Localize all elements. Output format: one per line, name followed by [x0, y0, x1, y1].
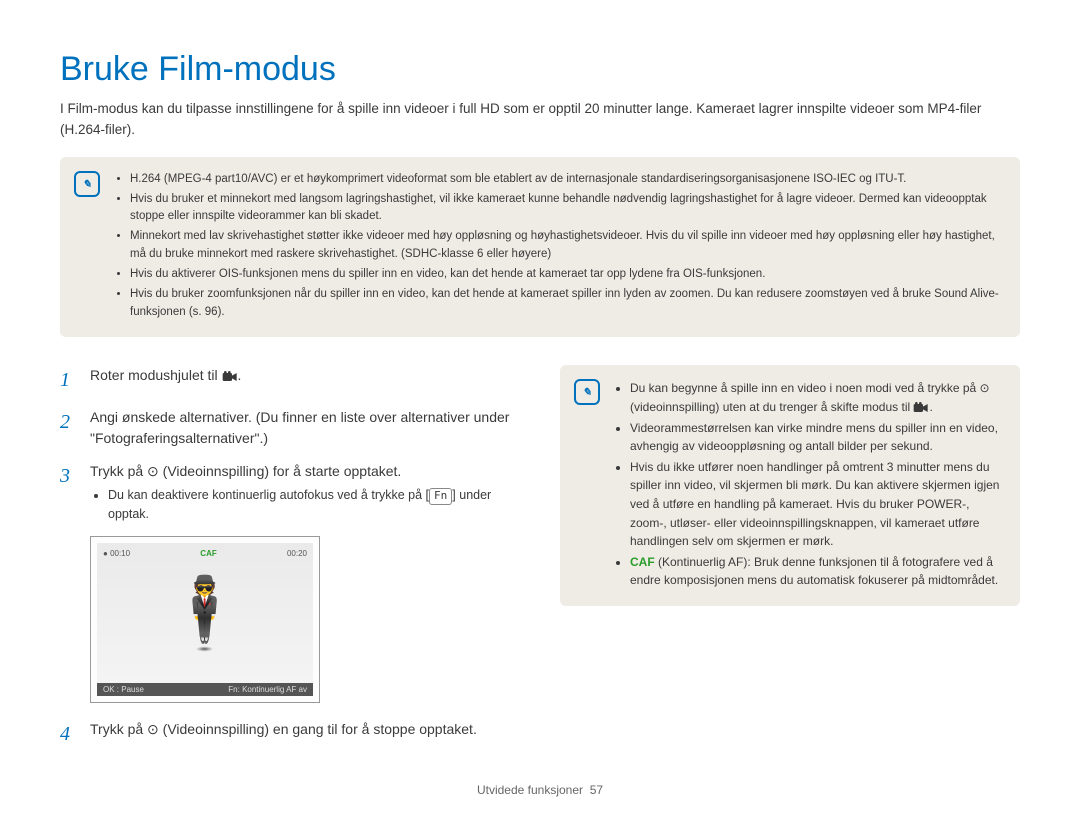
- note-item: Hvis du bruker zoomfunksjonen når du spi…: [130, 286, 1002, 322]
- step-1: 1 Roter modushjulet til .: [60, 365, 520, 395]
- step-body: Trykk på ⊙ (Videoinnspilling) en gang ti…: [90, 719, 520, 749]
- right-note-box: ✎ Du kan begynne å spille inn en video i…: [560, 365, 1020, 606]
- note-item: Hvis du bruker et minnekort med langsom …: [130, 191, 1002, 227]
- top-note-box: ✎ H.264 (MPEG-4 part10/AVC) er et høykom…: [60, 157, 1020, 338]
- note-item: Hvis du aktiverer OIS-funksjonen mens du…: [130, 266, 1002, 284]
- page-title: Bruke Film-modus: [60, 50, 1020, 89]
- manual-page: Bruke Film-modus I Film-modus kan du til…: [0, 0, 1080, 815]
- note-text: (Kontinuerlig AF): Bruk denne funksjonen…: [630, 555, 998, 588]
- svg-text:✎: ✎: [83, 179, 92, 190]
- note-item: Minnekort med lav skrivehastighet støtte…: [130, 228, 1002, 264]
- note-item: H.264 (MPEG-4 part10/AVC) er et høykompr…: [130, 171, 1002, 189]
- rec-indicator: ● 00:10: [103, 549, 130, 558]
- total-time: 00:20: [287, 549, 307, 558]
- top-note-list: H.264 (MPEG-4 part10/AVC) er et høykompr…: [112, 171, 1002, 324]
- caf-label: CAF: [630, 555, 655, 569]
- note-item: Du kan begynne å spille inn en video i n…: [630, 379, 1002, 416]
- note-icon: ✎: [74, 171, 100, 197]
- step-sub-item: Du kan deaktivere kontinuerlig autofokus…: [108, 486, 520, 524]
- step-number: 4: [60, 719, 78, 749]
- note-icon: ✎: [574, 379, 600, 405]
- step-body: Roter modushjulet til .: [90, 365, 520, 395]
- intro-paragraph: I Film-modus kan du tilpasse innstilling…: [60, 99, 1020, 141]
- screen-bottom-bar: OK : Pause Fn: Kontinuerlig AF av: [97, 683, 313, 696]
- step-4: 4 Trykk på ⊙ (Videoinnspilling) en gang …: [60, 719, 520, 749]
- step-number: 1: [60, 365, 78, 395]
- note-item: Hvis du ikke utfører noen handlinger på …: [630, 458, 1002, 551]
- footer-page-number: 57: [590, 783, 603, 797]
- movie-mode-icon: [913, 402, 929, 414]
- page-footer: Utvidede funksjoner 57: [0, 783, 1080, 797]
- step-body: Angi ønskede alternativer. (Du finner en…: [90, 407, 520, 449]
- bar-right: Fn: Kontinuerlig AF av: [228, 685, 307, 694]
- note-text: .: [929, 400, 932, 414]
- step-list-cont: 4 Trykk på ⊙ (Videoinnspilling) en gang …: [60, 719, 520, 749]
- sub-text: Du kan deaktivere kontinuerlig autofokus…: [108, 488, 426, 502]
- screen-inner: ● 00:10 CAF 00:20 🕴: [97, 543, 313, 683]
- note-text: Du kan begynne å spille inn en video i n…: [630, 381, 990, 414]
- step-number: 2: [60, 407, 78, 449]
- note-item: CAF (Kontinuerlig AF): Bruk denne funksj…: [630, 553, 1002, 590]
- right-column: ✎ Du kan begynne å spille inn en video i…: [560, 365, 1020, 761]
- rec-time: 00:10: [110, 549, 130, 558]
- bar-left: OK : Pause: [103, 685, 144, 694]
- step-2: 2 Angi ønskede alternativer. (Du finner …: [60, 407, 520, 449]
- left-column: 1 Roter modushjulet til . 2 Angi ønskede…: [60, 365, 520, 761]
- caf-indicator: CAF: [200, 549, 216, 558]
- footer-section: Utvidede funksjoner: [477, 783, 583, 797]
- step-body: Trykk på ⊙ (Videoinnspilling) for å star…: [90, 461, 520, 524]
- svg-text:✎: ✎: [583, 388, 592, 399]
- step-sub-list: Du kan deaktivere kontinuerlig autofokus…: [90, 486, 520, 524]
- movie-mode-icon: [222, 371, 238, 383]
- step-text: Roter modushjulet til: [90, 367, 222, 383]
- fn-key: Fn: [429, 488, 452, 504]
- step-list: 1 Roter modushjulet til . 2 Angi ønskede…: [60, 365, 520, 524]
- right-note-list: Du kan begynne å spille inn en video i n…: [612, 379, 1002, 592]
- step-3: 3 Trykk på ⊙ (Videoinnspilling) for å st…: [60, 461, 520, 524]
- note-item: Videorammestørrelsen kan virke mindre me…: [630, 419, 1002, 456]
- content-columns: 1 Roter modushjulet til . 2 Angi ønskede…: [60, 365, 1020, 761]
- step-number: 3: [60, 461, 78, 524]
- camera-screen-illustration: ● 00:10 CAF 00:20 🕴 OK : Pause Fn: Konti…: [90, 536, 320, 703]
- screen-top-row: ● 00:10 CAF 00:20: [103, 549, 307, 558]
- step-text: Trykk på ⊙ (Videoinnspilling) for å star…: [90, 463, 401, 479]
